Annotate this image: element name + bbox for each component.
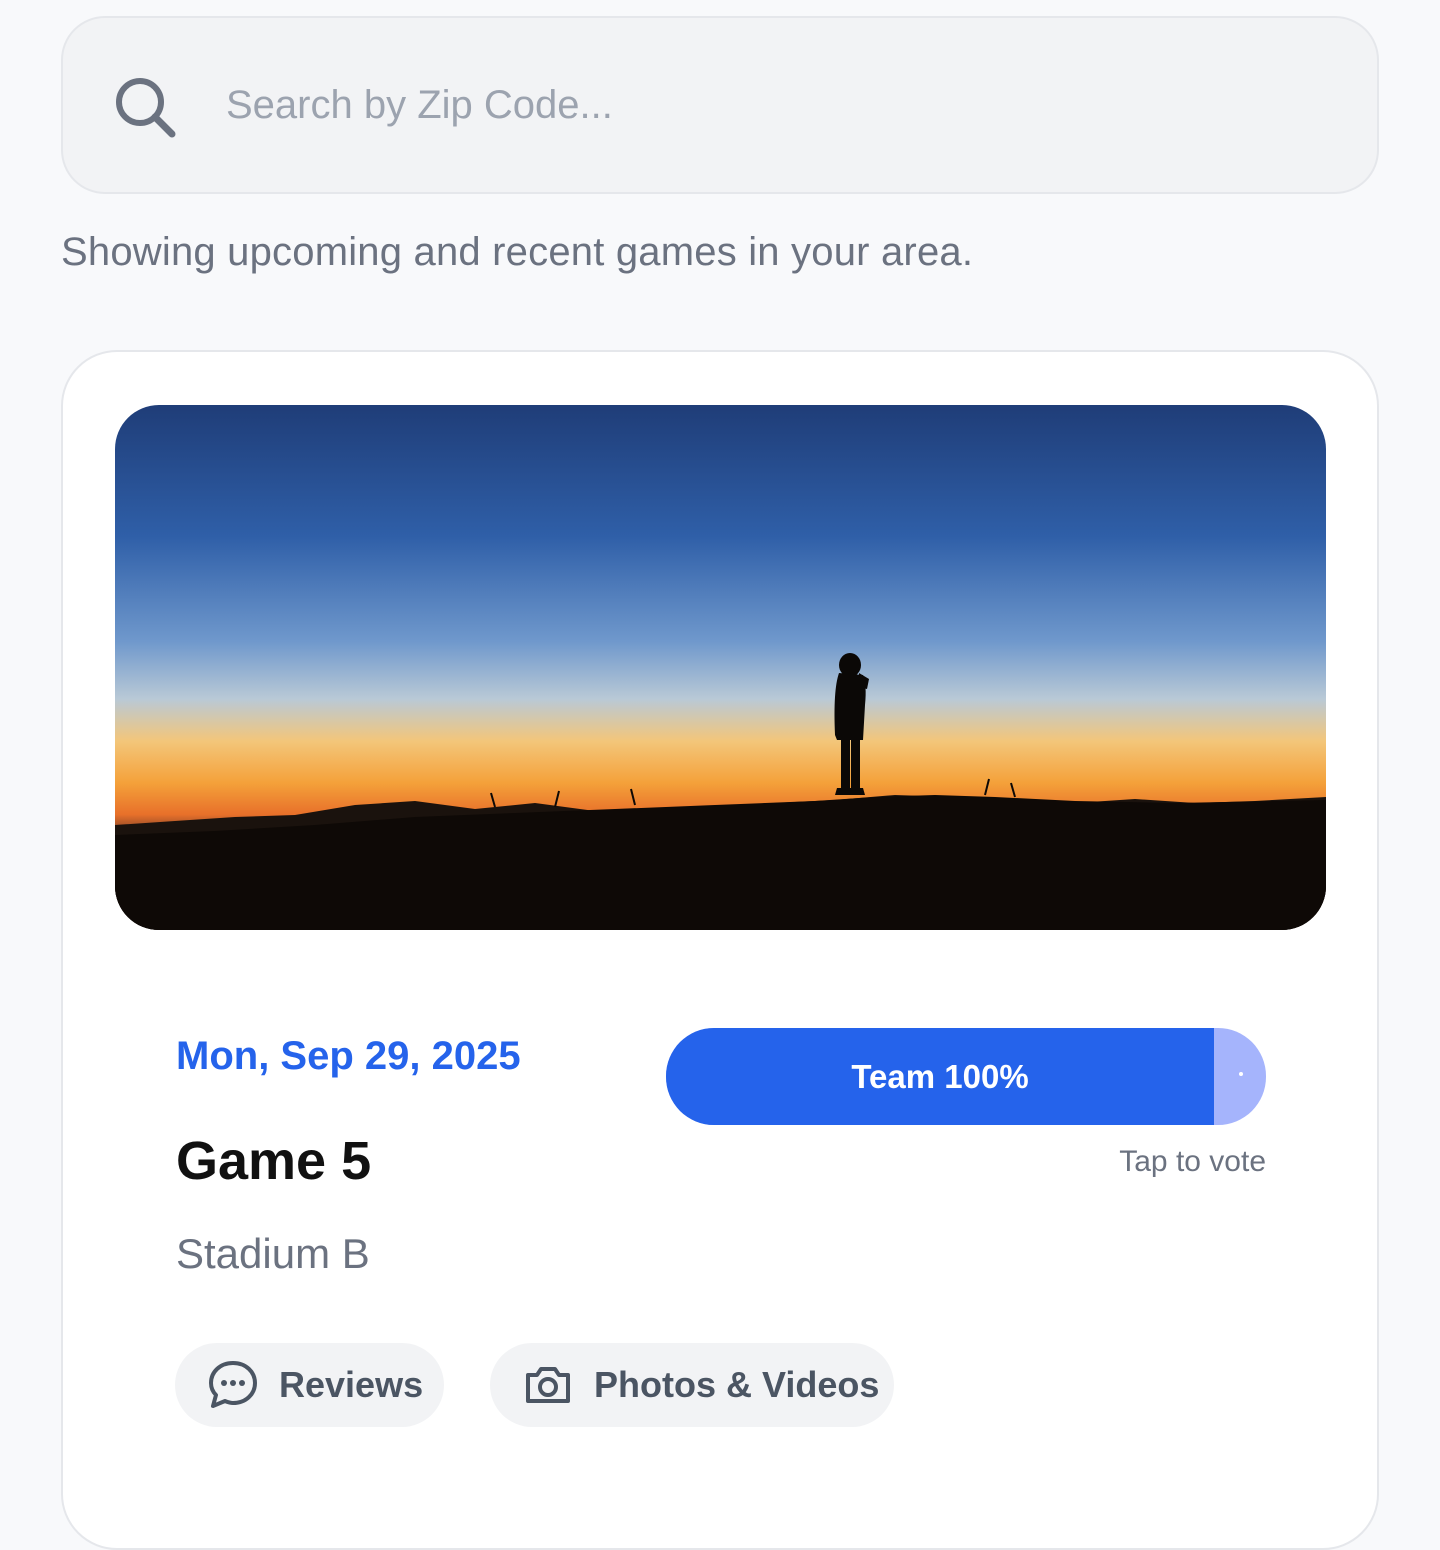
photos-videos-button[interactable]: Photos & Videos (490, 1343, 894, 1427)
game-date: Mon, Sep 29, 2025 (176, 1034, 521, 1078)
game-hero-image (115, 405, 1326, 930)
search-icon (116, 78, 176, 138)
reviews-button[interactable]: Reviews (175, 1343, 444, 1427)
vote-bar-fill: Team 100% (666, 1028, 1214, 1125)
results-subtitle: Showing upcoming and recent games in you… (61, 230, 974, 274)
reviews-label: Reviews (279, 1364, 424, 1405)
vote-label: Team 100% (851, 1057, 1029, 1095)
game-title: Game 5 (176, 1131, 372, 1191)
photos-videos-label: Photos & Videos (594, 1364, 880, 1405)
vote-bar[interactable]: Team 100% (666, 1028, 1266, 1125)
search-input[interactable] (226, 70, 1326, 140)
vote-hint: Tap to vote (1119, 1145, 1266, 1178)
game-venue: Stadium B (176, 1230, 370, 1277)
vote-remainder-marker (1239, 1072, 1243, 1076)
camera-icon (526, 1367, 570, 1403)
chat-bubble-icon (209, 1361, 257, 1408)
